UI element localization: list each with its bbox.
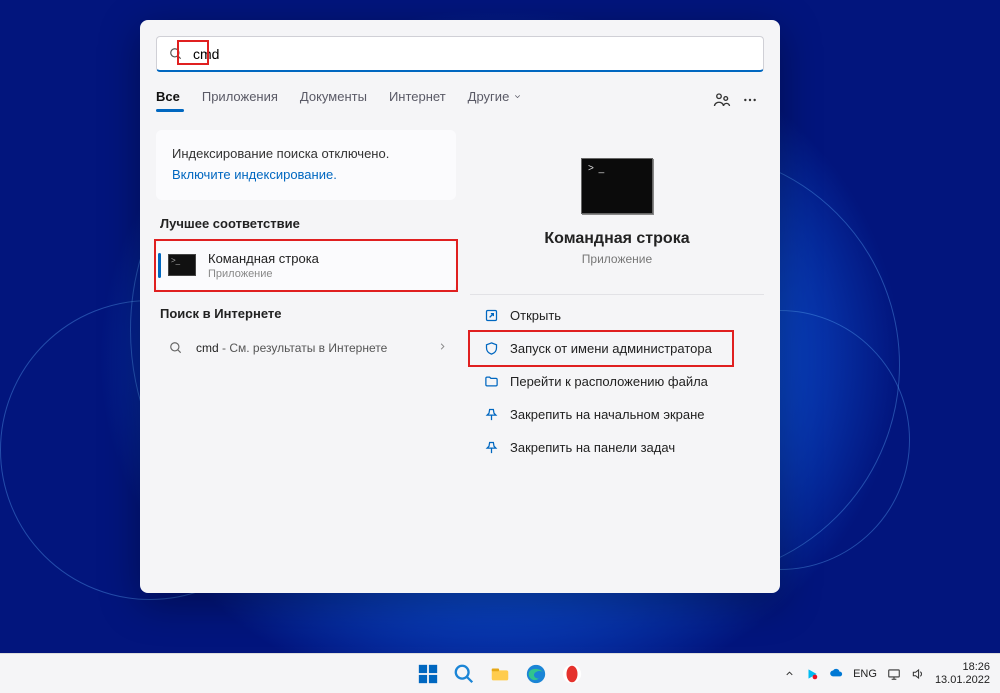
shield-icon: [484, 341, 499, 356]
tray-date: 13.01.2022: [935, 674, 990, 687]
indexing-notice: Индексирование поиска отключено. Включит…: [156, 130, 456, 200]
search-button[interactable]: [450, 660, 478, 688]
volume-icon[interactable]: [911, 667, 925, 681]
divider: [470, 294, 764, 295]
web-result-text: cmd - См. результаты в Интернете: [196, 341, 387, 355]
file-explorer-button[interactable]: [486, 660, 514, 688]
best-match-header: Лучшее соответствие: [160, 216, 456, 231]
search-icon: [169, 47, 183, 61]
preview-subtitle: Приложение: [470, 252, 764, 266]
folder-icon: [489, 663, 511, 685]
best-match-result[interactable]: Командная строка Приложение: [156, 241, 456, 290]
web-search-header: Поиск в Интернете: [160, 306, 456, 321]
result-title: Командная строка: [208, 251, 319, 266]
taskbar: ENG 18:26 13.01.2022: [0, 653, 1000, 693]
chevron-down-icon: [513, 92, 522, 101]
search-bar[interactable]: [156, 36, 764, 72]
action-label: Перейти к расположению файла: [510, 374, 708, 389]
search-input[interactable]: [193, 46, 253, 62]
tray-app-icon[interactable]: [805, 667, 819, 681]
chevron-up-icon[interactable]: [784, 668, 795, 679]
chevron-right-icon: [437, 341, 448, 352]
people-icon: [713, 91, 731, 109]
tab-apps[interactable]: Приложения: [202, 89, 278, 112]
windows-icon: [417, 663, 439, 685]
opera-icon: [561, 663, 583, 685]
action-label: Запуск от имени администратора: [510, 341, 712, 356]
preview-title: Командная строка: [470, 230, 764, 248]
filter-tabs: Все Приложения Документы Интернет Другие: [156, 86, 764, 114]
language-indicator[interactable]: ENG: [853, 668, 877, 680]
action-pin-taskbar[interactable]: Закрепить на панели задач: [470, 431, 764, 464]
network-icon[interactable]: [887, 667, 901, 681]
start-button[interactable]: [414, 660, 442, 688]
result-preview: Командная строка Приложение: [470, 130, 764, 284]
more-button[interactable]: [736, 86, 764, 114]
account-button[interactable]: [708, 86, 736, 114]
tab-all[interactable]: Все: [156, 89, 180, 112]
pin-icon: [484, 440, 499, 455]
pin-icon: [484, 407, 499, 422]
search-icon: [453, 663, 475, 685]
action-run-as-admin[interactable]: Запуск от имени администратора: [470, 332, 764, 365]
tab-web[interactable]: Интернет: [389, 89, 446, 112]
tab-documents[interactable]: Документы: [300, 89, 367, 112]
web-search-result[interactable]: cmd - См. результаты в Интернете: [156, 331, 456, 365]
action-label: Закрепить на панели задач: [510, 440, 675, 455]
action-file-location[interactable]: Перейти к расположению файла: [470, 365, 764, 398]
cmd-icon: [168, 254, 196, 276]
search-icon: [169, 341, 183, 355]
edge-button[interactable]: [522, 660, 550, 688]
clock[interactable]: 18:26 13.01.2022: [935, 661, 990, 686]
opera-button[interactable]: [558, 660, 586, 688]
action-pin-start[interactable]: Закрепить на начальном экране: [470, 398, 764, 431]
folder-icon: [484, 374, 499, 389]
open-icon: [484, 308, 499, 323]
indexing-notice-text: Индексирование поиска отключено.: [172, 144, 440, 165]
taskbar-center: [414, 660, 586, 688]
tab-more[interactable]: Другие: [468, 89, 522, 112]
action-label: Закрепить на начальном экране: [510, 407, 705, 422]
result-subtitle: Приложение: [208, 268, 319, 280]
onedrive-icon[interactable]: [829, 667, 843, 681]
edge-icon: [525, 663, 547, 685]
enable-indexing-link[interactable]: Включите индексирование.: [172, 165, 440, 186]
action-open[interactable]: Открыть: [470, 299, 764, 332]
search-panel: Все Приложения Документы Интернет Другие…: [140, 20, 780, 593]
action-label: Открыть: [510, 308, 561, 323]
cmd-large-icon: [581, 158, 653, 214]
tray-time: 18:26: [935, 661, 990, 674]
desktop-background: Все Приложения Документы Интернет Другие…: [0, 0, 1000, 653]
more-horizontal-icon: [742, 92, 758, 108]
system-tray: ENG 18:26 13.01.2022: [784, 661, 990, 686]
